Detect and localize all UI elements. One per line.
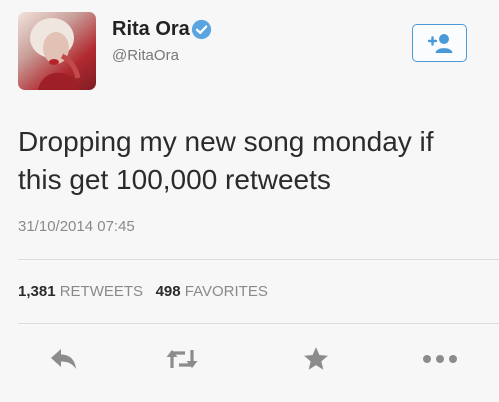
reply-button[interactable]: [44, 343, 84, 375]
favorite-button[interactable]: [296, 343, 336, 375]
follow-button[interactable]: [412, 24, 467, 62]
divider: [18, 323, 499, 324]
more-button[interactable]: [418, 343, 462, 375]
retweet-icon: [166, 350, 198, 368]
tweet-stats: 1,381 RETWEETS 498 FAVORITES: [18, 283, 268, 300]
reply-icon: [51, 349, 76, 369]
more-icon: [423, 355, 457, 363]
tweet-text: Dropping my new song monday if this get …: [18, 126, 434, 195]
display-name[interactable]: Rita Ora: [112, 18, 190, 41]
avatar-photo: [30, 18, 81, 90]
retweet-button[interactable]: [160, 343, 204, 375]
favorites-label: FAVORITES: [184, 283, 268, 300]
retweets-label: RETWEETS: [59, 283, 144, 300]
favorites-count: 498: [155, 283, 181, 300]
tweet-timestamp[interactable]: 31/10/2014 07:45: [18, 218, 135, 235]
verified-badge-icon: [191, 19, 212, 40]
follow-user-icon: [427, 34, 452, 53]
avatar[interactable]: [18, 12, 96, 90]
star-icon: [304, 347, 328, 370]
retweets-count: 1,381: [18, 283, 56, 300]
retweets-stat[interactable]: 1,381 RETWEETS: [18, 283, 143, 300]
user-handle[interactable]: @RitaOra: [112, 47, 179, 64]
divider: [18, 259, 499, 260]
favorites-stat[interactable]: 498 FAVORITES: [156, 283, 268, 300]
